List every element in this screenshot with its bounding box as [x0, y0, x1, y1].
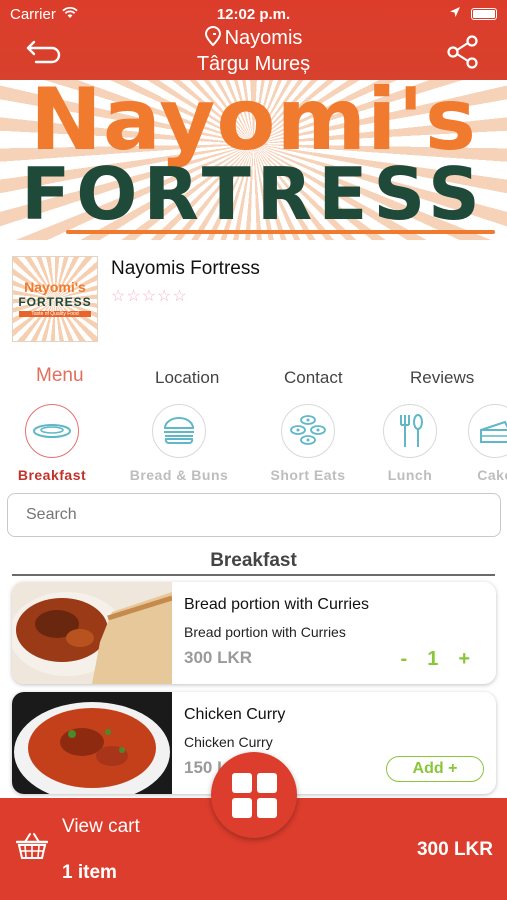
- category-label: Cake: [477, 467, 507, 483]
- sushi-icon: [281, 404, 335, 458]
- cart-total: 300 LKR: [416, 839, 493, 860]
- share-icon: [447, 35, 478, 69]
- item-price: 300 LKR: [184, 648, 253, 667]
- item-name: Bread portion with Curries: [184, 596, 369, 613]
- app-screen: Carrier 12:02 p.m. Nayomis Târgu Mureș N…: [0, 0, 507, 900]
- section-divider: [12, 574, 495, 576]
- logo-tagline: Taste of Quality Food: [19, 311, 91, 317]
- status-bar: Carrier 12:02 p.m.: [0, 4, 507, 24]
- section-title: Breakfast: [210, 550, 297, 571]
- banner-underline: [66, 230, 495, 234]
- tab-menu[interactable]: Menu: [36, 365, 84, 387]
- view-cart-label: View cart: [62, 816, 140, 837]
- food-image: [12, 582, 173, 684]
- cart-item-count: 1 item: [62, 862, 117, 883]
- increase-quantity-button[interactable]: +: [458, 648, 470, 671]
- add-to-cart-button[interactable]: Add +: [386, 756, 484, 782]
- top-bar: Carrier 12:02 p.m. Nayomis Târgu Mureș: [0, 0, 507, 80]
- quantity-stepper: -1 +: [401, 648, 470, 671]
- tab-location[interactable]: Location: [155, 368, 219, 388]
- logo-line-2: FORTRESS: [18, 295, 92, 309]
- header-title: Nayomis: [224, 27, 303, 49]
- rating-stars: ☆☆☆☆☆: [111, 288, 188, 305]
- basket-icon: [15, 832, 49, 860]
- burger-icon: [152, 404, 206, 458]
- grid-icon: [231, 772, 277, 818]
- food-image: [12, 692, 172, 794]
- logo-line-1: Nayomi's: [24, 279, 86, 295]
- category-cake[interactable]: Cake: [440, 404, 507, 483]
- item-description: Bread portion with Curries: [184, 624, 346, 640]
- restaurant-name: Nayomis Fortress: [111, 258, 260, 279]
- status-time: 12:02 p.m.: [216, 6, 291, 23]
- category-breakfast[interactable]: Breakfast: [0, 404, 107, 483]
- categories-menu-button[interactable]: [211, 752, 297, 838]
- restaurant-banner: Nayomi's FORTRESS: [0, 80, 507, 240]
- header-subtitle: Târgu Mureș: [196, 53, 311, 75]
- quantity-value: 1: [427, 648, 439, 670]
- restaurant-logo: Nayomi's FORTRESS Taste of Quality Food: [12, 256, 98, 342]
- location-arrow-icon: [449, 5, 461, 22]
- menu-item-card[interactable]: Bread portion with Curries Bread portion…: [12, 582, 496, 684]
- plate-icon: [25, 404, 79, 458]
- search-input[interactable]: [7, 493, 501, 537]
- battery-icon: [471, 8, 497, 20]
- banner-line-2: FORTRESS: [21, 152, 486, 236]
- category-bread-buns[interactable]: Bread & Buns: [124, 404, 234, 483]
- category-label: Breakfast: [17, 467, 87, 483]
- tab-contact[interactable]: Contact: [284, 368, 343, 388]
- category-short-eats[interactable]: Short Eats: [253, 404, 363, 483]
- item-name: Chicken Curry: [184, 706, 286, 723]
- share-button[interactable]: [445, 34, 481, 70]
- tab-bar: Menu Location Contact Reviews: [0, 365, 507, 392]
- tab-reviews[interactable]: Reviews: [410, 368, 474, 388]
- decrease-quantity-button[interactable]: -: [401, 648, 408, 671]
- category-label: Short Eats: [270, 467, 346, 483]
- category-label: Bread & Buns: [129, 467, 229, 483]
- location-pin-icon: [204, 25, 221, 52]
- fork-spoon-icon: [383, 404, 437, 458]
- header-title-block: Nayomis Târgu Mureș: [0, 25, 507, 76]
- item-description: Chicken Curry: [184, 734, 273, 750]
- cake-icon: [468, 404, 507, 458]
